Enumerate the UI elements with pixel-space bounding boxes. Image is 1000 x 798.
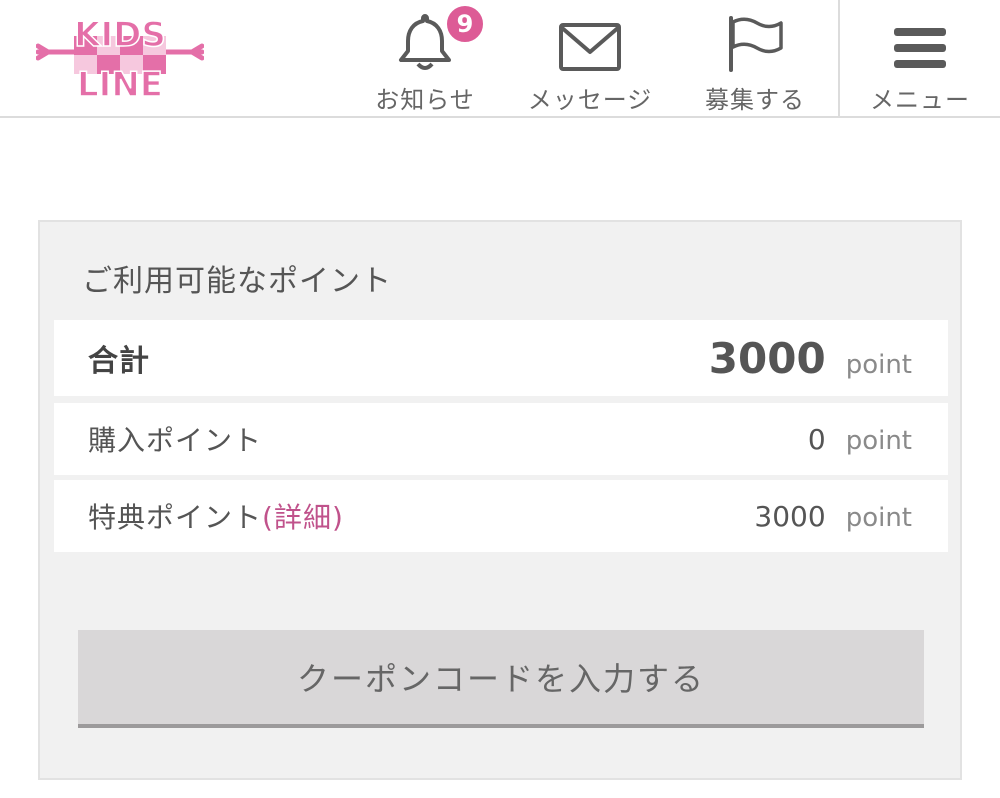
nav-message-label: メッセージ	[527, 86, 653, 114]
purchase-unit: point	[845, 425, 912, 456]
logo-line2: LINE	[77, 65, 163, 104]
nav-menu-label: メニュー	[870, 86, 970, 114]
nav-message[interactable]: メッセージ	[515, 0, 665, 116]
total-value-group: 3000 point	[709, 334, 912, 383]
points-title: ご利用可能なポイント	[82, 264, 392, 299]
bell-icon-wrap: 9	[393, 0, 485, 72]
nav-notice[interactable]: 9 お知らせ	[365, 0, 485, 116]
bonus-unit: point	[845, 502, 912, 533]
bonus-value-group: 3000 point	[754, 500, 912, 533]
total-label: 合計	[88, 344, 150, 379]
nav-menu[interactable]: メニュー	[838, 0, 1000, 116]
total-unit: point	[845, 349, 912, 380]
envelope-icon	[559, 23, 621, 71]
logo-graphic: KIDS LINE	[35, 14, 205, 106]
hamburger-icon-wrap	[892, 0, 948, 72]
flag-icon	[729, 16, 783, 72]
kidsline-logo[interactable]: KIDS LINE	[35, 8, 205, 106]
bonus-label: 特典ポイント	[88, 501, 263, 534]
purchase-value: 0	[807, 422, 826, 456]
bonus-value: 3000	[754, 499, 826, 533]
bonus-points-row: 特典ポイント(詳細) 3000 point	[54, 480, 948, 552]
nav-recruit-label: 募集する	[705, 86, 805, 114]
bonus-detail-link[interactable]: (詳細)	[262, 501, 344, 534]
nav-recruit[interactable]: 募集する	[695, 0, 815, 116]
site-header: KIDS LINE 9 お知らせ メッセージ 募集する メニュー	[0, 0, 1000, 118]
purchase-value-group: 0 point	[808, 423, 912, 456]
envelope-icon-wrap	[558, 0, 622, 72]
purchase-points-row: 購入ポイント 0 point	[54, 403, 948, 475]
points-card: ご利用可能なポイント 合計 3000 point 購入ポイント 0 point …	[38, 220, 962, 780]
logo-line1: KIDS	[74, 15, 166, 55]
hamburger-icon	[894, 28, 946, 68]
flag-icon-wrap	[723, 0, 787, 72]
notification-badge: 9	[445, 4, 485, 44]
purchase-label: 購入ポイント	[88, 424, 263, 457]
coupon-code-button[interactable]: クーポンコードを入力する	[78, 630, 924, 728]
bonus-label-group: 特典ポイント(詳細)	[88, 496, 344, 536]
nav-notice-label: お知らせ	[375, 86, 475, 114]
points-total-row: 合計 3000 point	[54, 320, 948, 396]
total-value: 3000	[708, 333, 826, 383]
